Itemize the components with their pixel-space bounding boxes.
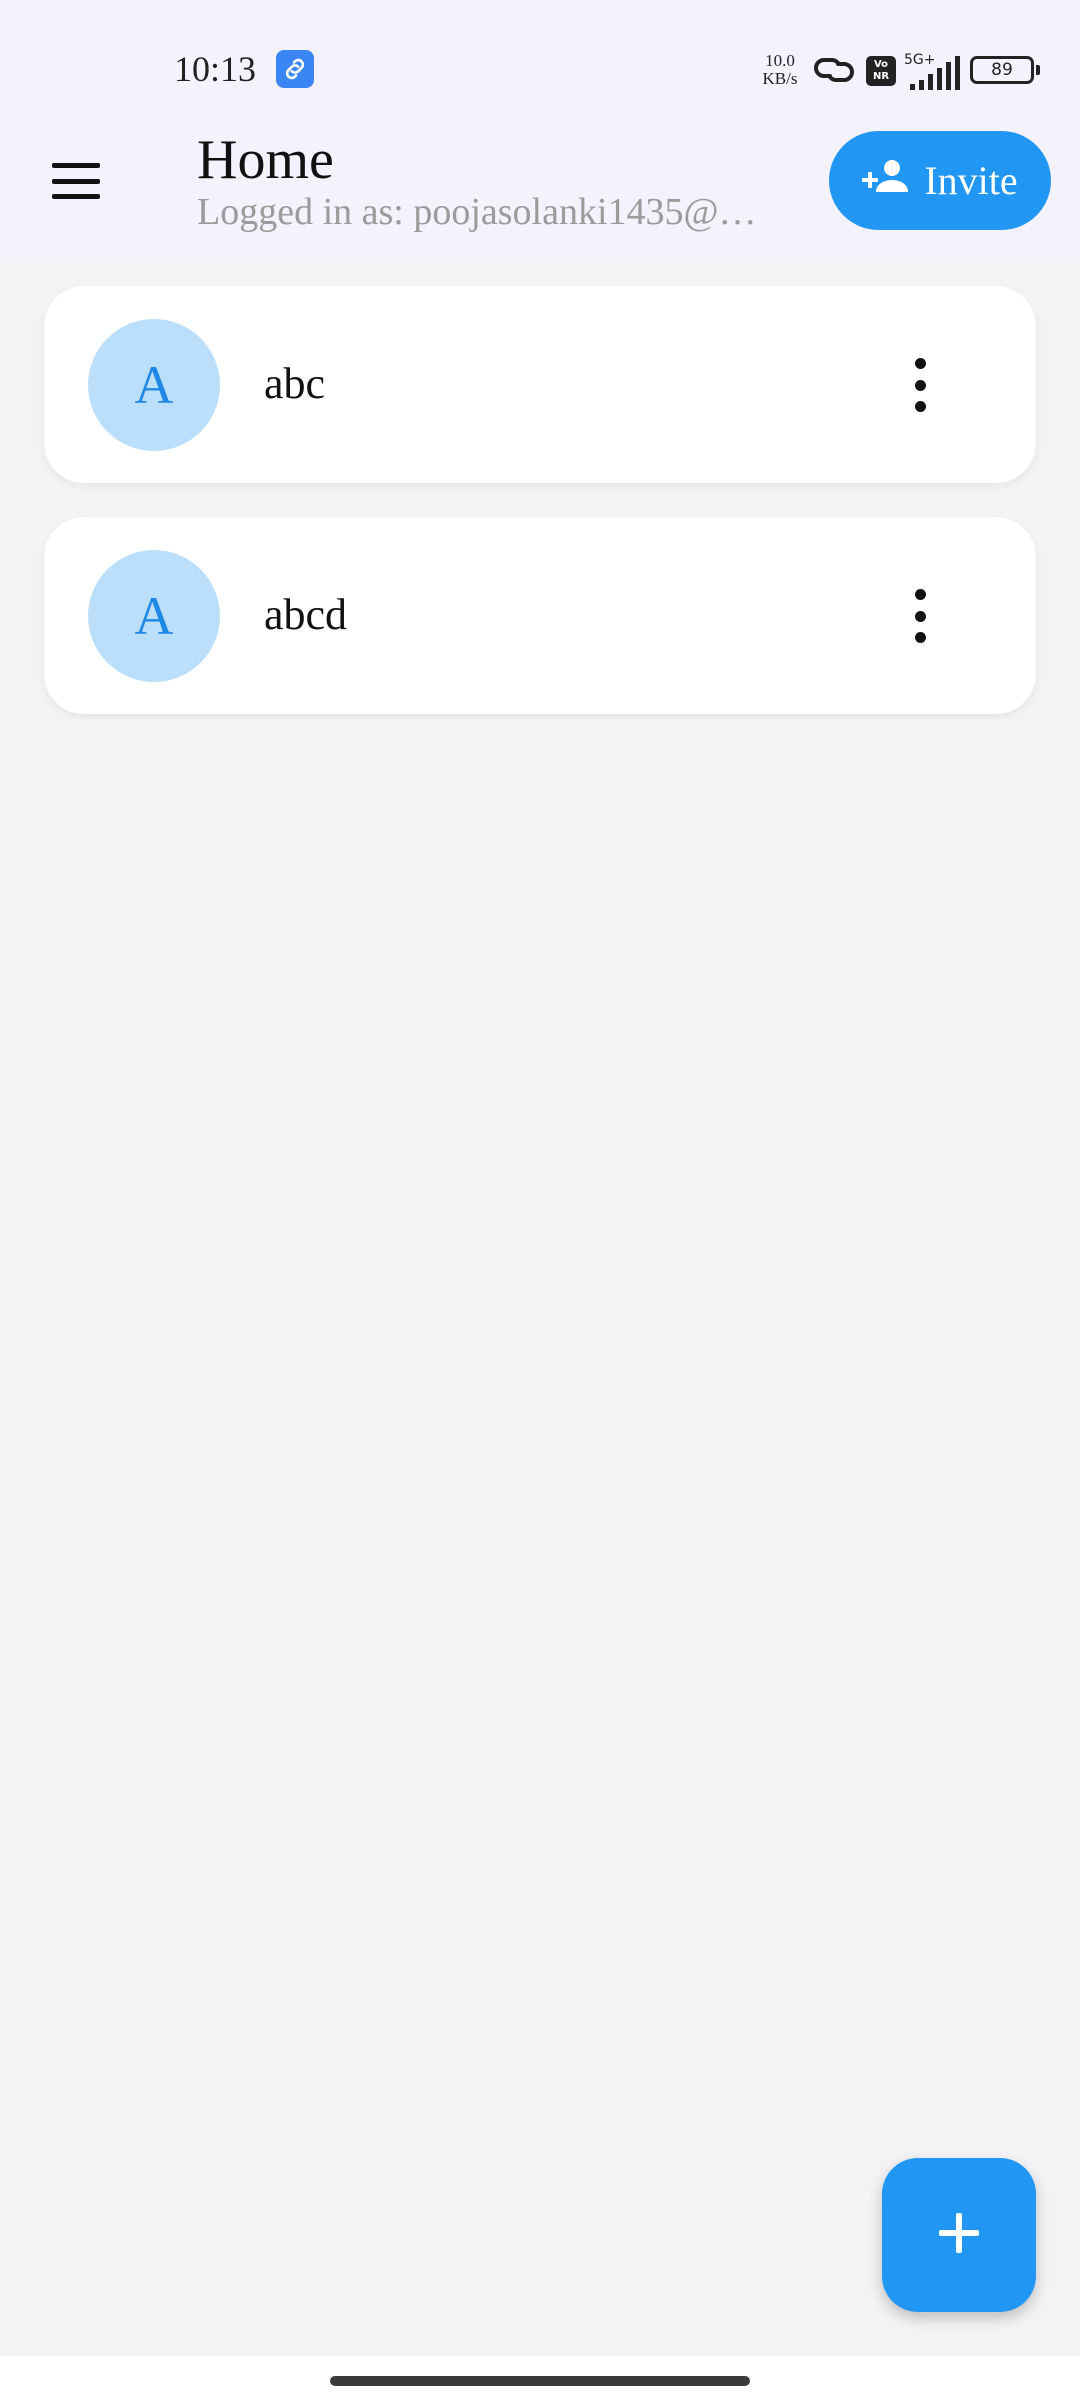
top-area: 10:13 10.0 KB/s Vo NR 5G+ 89 Home Logged… [0, 0, 1080, 258]
add-fab-button[interactable] [882, 2158, 1036, 2312]
more-options-icon[interactable] [902, 358, 938, 412]
plus-icon [937, 2211, 981, 2260]
menu-button[interactable] [46, 158, 106, 204]
home-indicator[interactable] [330, 2376, 750, 2386]
network-type: 5G+ [904, 52, 936, 68]
person-add-icon [862, 157, 910, 204]
hotspot-link-icon [812, 54, 856, 91]
invite-label: Invite [924, 158, 1018, 203]
logged-in-subtitle: Logged in as: poojasolanki1435@… [197, 191, 757, 233]
battery-icon: 89 [970, 56, 1040, 84]
invite-button[interactable]: Invite [829, 131, 1051, 230]
menu-icon-bar [52, 194, 100, 199]
screen: 10:13 10.0 KB/s Vo NR 5G+ 89 Home Logged… [0, 0, 1080, 2400]
network-speed: 10.0 KB/s [750, 52, 810, 88]
page-title: Home [197, 129, 334, 191]
gesture-nav-area [0, 2356, 1080, 2400]
signal-icon: 5G+ [904, 50, 968, 97]
link-app-icon [276, 50, 314, 88]
item-name: abcd [264, 590, 348, 639]
more-options-icon[interactable] [902, 589, 938, 643]
item-name: abc [264, 359, 326, 408]
list-item[interactable]: A abc [44, 286, 1036, 483]
status-time: 10:13 [174, 49, 257, 89]
item-list: A abc A abcd [44, 286, 1036, 748]
menu-icon-bar [52, 163, 100, 168]
avatar: A [88, 550, 220, 682]
avatar: A [88, 319, 220, 451]
menu-icon-bar [52, 178, 100, 184]
net-speed-unit: KB/s [762, 69, 798, 88]
vonr-icon: Vo NR [866, 56, 896, 86]
list-item[interactable]: A abcd [44, 517, 1036, 714]
net-speed-value: 10.0 [765, 51, 795, 70]
